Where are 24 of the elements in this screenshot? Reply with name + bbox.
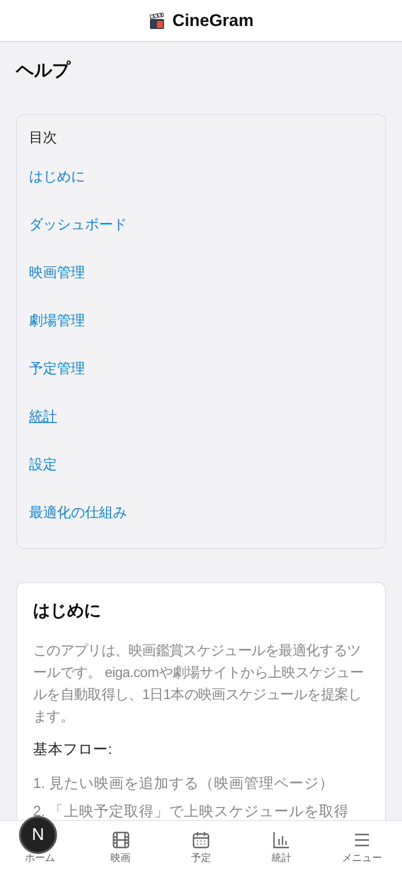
calendar-icon: [191, 830, 212, 850]
toc-link[interactable]: 設定: [29, 440, 57, 488]
toc-link[interactable]: ダッシュボード: [29, 200, 127, 248]
nav-tab[interactable]: 映画: [110, 830, 131, 865]
toc-link[interactable]: 最適化の仕組み: [29, 488, 127, 536]
toc-link[interactable]: はじめに: [29, 152, 85, 200]
nav-tab[interactable]: 予定: [191, 830, 212, 865]
nav-tab[interactable]: ホーム: [25, 853, 56, 865]
app-title: CineGram: [172, 10, 254, 32]
toc-link[interactable]: 予定管理: [29, 344, 85, 392]
toc-heading: 目次: [29, 128, 58, 147]
intro-paragraph: このアプリは、映画鑑賞スケジュールを最適化するツールです。 eiga.comや劇場サイトから上映スケジュールを自動取得し、1日1本の映画スケジュールを提案します。: [33, 641, 365, 726]
section-heading: はじめに: [33, 600, 102, 622]
film-icon: [110, 830, 131, 850]
step-item: 1. 見たい映画を追加する（映画管理ページ）: [33, 775, 336, 794]
nav-tab[interactable]: メニュー: [342, 830, 382, 865]
nav-tab[interactable]: 統計: [271, 830, 292, 865]
toc-link[interactable]: 統計: [29, 392, 57, 440]
toc-link[interactable]: 映画管理: [29, 248, 85, 296]
page-title: ヘルプ: [16, 59, 72, 82]
bar-chart-icon: [271, 830, 292, 850]
flow-heading: 基本フロー:: [33, 741, 114, 760]
toc-link[interactable]: 劇場管理: [29, 296, 85, 344]
clapperboard-icon: [148, 12, 166, 30]
